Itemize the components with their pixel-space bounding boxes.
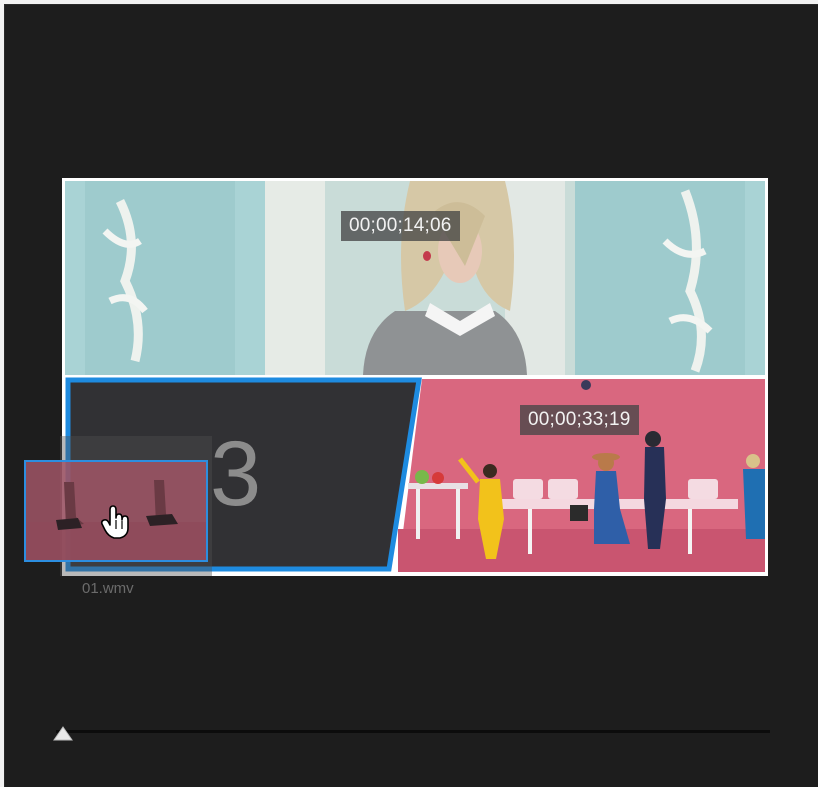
top-cell-timecode: 00;00;14;06	[341, 211, 460, 241]
empty-cell-number: 3	[210, 423, 261, 525]
right-cell-timecode: 00;00;33;19	[520, 405, 639, 435]
timeline-slider-track[interactable]	[56, 730, 770, 733]
dragged-file-name: 01.wmv	[82, 580, 134, 597]
slider-thumb-icon[interactable]	[53, 726, 73, 746]
hand-cursor-icon	[100, 504, 134, 544]
